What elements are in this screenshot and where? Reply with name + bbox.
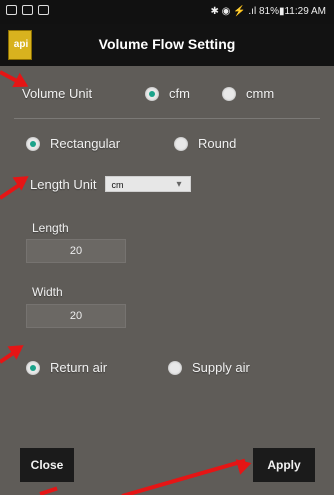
- supply-air-label: Supply air: [192, 360, 250, 375]
- phone-screen: ✱ ◉ ⚡ .ıl 81%▮11:29 AM api Volume Flow S…: [0, 0, 334, 495]
- status-bar: ✱ ◉ ⚡ .ıl 81%▮11:29 AM: [0, 0, 334, 24]
- shape-option-round[interactable]: Round: [174, 136, 236, 151]
- radio-round[interactable]: [174, 136, 188, 151]
- status-left-icons: [6, 5, 49, 15]
- apply-button[interactable]: Apply: [253, 448, 315, 482]
- radio-supply-air[interactable]: [168, 360, 182, 375]
- round-label: Round: [198, 136, 237, 151]
- length-unit-label: Length Unit: [30, 176, 97, 192]
- length-unit-row: Length Unit cm ▾: [30, 176, 191, 192]
- radio-return-air[interactable]: [26, 360, 40, 375]
- radio-cmm[interactable]: [222, 86, 236, 101]
- notification-icon: [6, 5, 17, 15]
- length-label-row: Length: [32, 221, 69, 235]
- shape-option-rectangular[interactable]: Rectangular: [26, 136, 120, 151]
- volume-unit-row: Volume Unit: [22, 86, 92, 101]
- air-type-option-supply[interactable]: Supply air: [168, 360, 250, 375]
- page-title: Volume Flow Setting: [98, 36, 236, 52]
- cmm-label: cmm: [246, 86, 275, 101]
- length-unit-select[interactable]: cm ▾: [104, 176, 191, 192]
- close-button[interactable]: Close: [20, 448, 74, 482]
- cfm-label: cfm: [169, 86, 190, 101]
- radio-cfm[interactable]: [145, 86, 159, 101]
- chevron-down-icon: ▾: [176, 179, 182, 190]
- length-label: Length: [32, 221, 69, 235]
- message-icon: [38, 5, 49, 15]
- volume-unit-option-cmm[interactable]: cmm: [222, 86, 274, 101]
- volume-unit-label: Volume Unit: [22, 86, 93, 101]
- rectangular-label: Rectangular: [50, 136, 121, 151]
- air-type-option-return[interactable]: Return air: [26, 360, 107, 375]
- return-air-label: Return air: [50, 360, 108, 375]
- radio-rectangular[interactable]: [26, 136, 40, 151]
- app-title-bar: api Volume Flow Setting: [0, 24, 334, 66]
- volume-unit-option-cfm[interactable]: cfm: [145, 86, 190, 101]
- width-label: Width: [32, 285, 63, 299]
- annotation-arrow-apply: [121, 458, 246, 495]
- length-unit-value: cm: [111, 180, 124, 190]
- length-input[interactable]: 20: [26, 239, 126, 263]
- section-divider: [14, 118, 320, 119]
- status-right-text: ✱ ◉ ⚡ .ıl 81%▮11:29 AM: [210, 6, 326, 17]
- annotation-arrowhead-apply: [235, 455, 254, 475]
- width-input[interactable]: 20: [26, 304, 126, 328]
- image-icon: [22, 5, 33, 15]
- width-label-row: Width: [32, 285, 63, 299]
- annotation-arrow-close: [39, 486, 58, 495]
